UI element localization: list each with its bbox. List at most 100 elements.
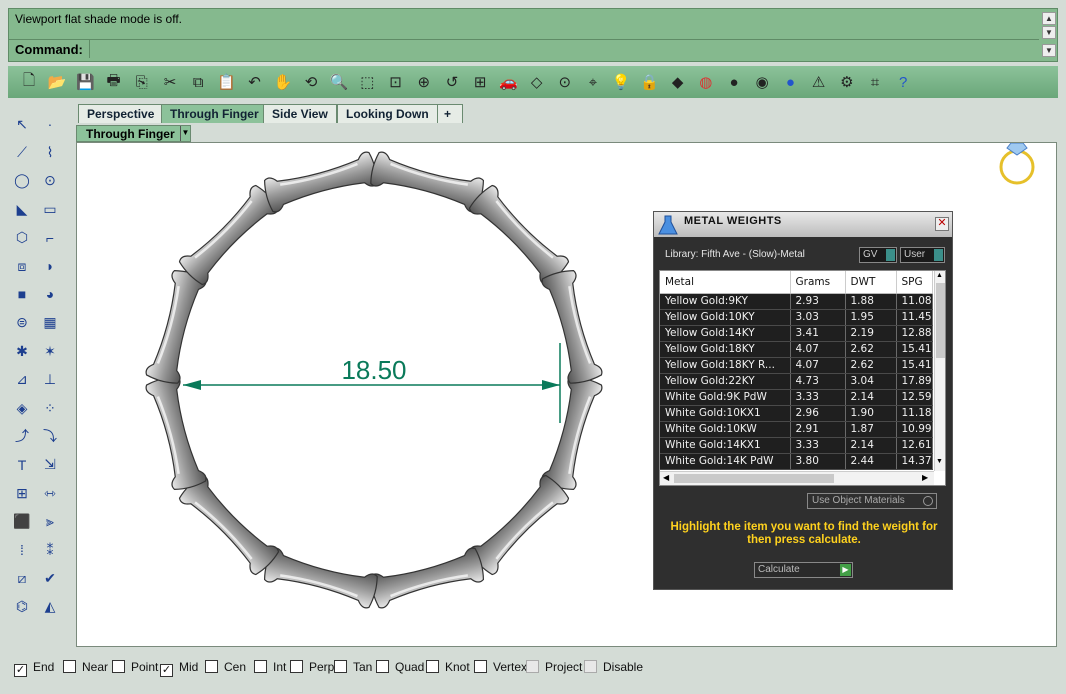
checkbox-icon[interactable] [584,660,597,673]
material-sphere-icon[interactable]: ◉ [749,69,775,95]
calculate-button[interactable]: Calculate ▶ [754,562,853,578]
osnap-mid[interactable]: ✓ Mid [160,660,198,677]
control-curve-icon[interactable]: ⌇ [38,140,62,164]
checkbox-icon[interactable] [112,660,125,673]
zoom-extents-icon[interactable]: ⊡ [383,69,409,95]
copy-icon[interactable]: ⧉ [185,69,211,95]
osnap-end[interactable]: ✓ End [14,660,54,677]
curve-from-surface-icon[interactable]: ⤴ [10,424,34,448]
user-select[interactable]: User [900,247,945,263]
close-icon[interactable]: ✕ [935,217,949,231]
tab-perspective[interactable]: Perspective [78,104,164,123]
rotate-view-icon[interactable]: ⟲ [298,69,324,95]
dimension-icon[interactable]: ⫸ [38,510,62,534]
gear-component-icon[interactable]: ✱ [10,339,34,363]
lamp-icon[interactable]: ⁑ [38,538,62,562]
flow-along-icon[interactable]: ⧄ [10,566,34,590]
undo-view-icon[interactable]: ↺ [439,69,465,95]
point-icon[interactable]: · [38,112,62,136]
light-bulb-icon[interactable]: 💡 [608,69,634,95]
solid-edit-icon[interactable]: ⬛ [10,510,34,534]
ring-widget-icon[interactable] [999,142,1035,185]
new-file-icon[interactable]: 🗋 [16,69,42,95]
osnap-knot[interactable]: Knot [426,660,470,674]
checkbox-icon[interactable] [63,660,76,673]
explode-icon[interactable]: ✶ [38,339,62,363]
scale-icon[interactable]: ⇲ [38,453,62,477]
table-row[interactable]: White Gold:14K PdW 3.80 2.44 14.37 [660,453,933,470]
table-row[interactable]: White Gold:10KX1 2.96 1.90 11.18 [660,405,933,422]
horizontal-scroll-thumb[interactable] [674,474,834,483]
checkbox-icon[interactable] [334,660,347,673]
paint-bucket-icon[interactable]: ◭ [38,595,62,619]
car-icon[interactable]: 🚗 [495,69,521,95]
table-row[interactable]: Yellow Gold:10KY 3.03 1.95 11.45 [660,309,933,326]
polygon-icon[interactable]: ⬡ [10,226,34,250]
polyline-icon[interactable]: ⟋ [10,140,34,164]
add-tab-icon[interactable]: + [437,104,463,123]
scroll-right-icon[interactable]: ▶ [922,473,928,482]
table-row[interactable]: Yellow Gold:18KY 4.07 2.62 15.41 [660,341,933,358]
history-scroll-down-icon[interactable]: ▼ [1042,26,1056,39]
table-row[interactable]: Yellow Gold:14KY 3.41 2.19 12.88 [660,325,933,342]
osnap-point[interactable]: Point [112,660,158,674]
arc-icon[interactable]: ◣ [10,197,34,221]
color-wheel-icon[interactable]: ◍ [693,69,719,95]
undo-icon[interactable]: ↶ [242,69,268,95]
grid-array-icon[interactable]: ⁞ [10,538,34,562]
scroll-up-icon[interactable]: ▲ [936,272,943,279]
tab-through-finger[interactable]: Through Finger [161,104,268,123]
scroll-left-icon[interactable]: ◀ [663,473,669,482]
display-mode-icon[interactable]: ◇ [524,69,550,95]
table-vertical-scrollbar[interactable]: ▲ ▼ [934,271,945,471]
box-solid-icon[interactable]: ■ [10,282,34,306]
boolean-icon[interactable]: ◈ [10,396,34,420]
open-folder-icon[interactable]: 📂 [44,69,70,95]
layers-icon[interactable]: ◆ [665,69,691,95]
viewport-title[interactable]: Through Finger [76,125,191,142]
play-icon[interactable]: ▶ [840,564,851,576]
rectangle-icon[interactable]: ▭ [38,197,62,221]
render-icon[interactable]: ⚠ [806,69,832,95]
checkbox-icon[interactable] [290,660,303,673]
checkbox-icon[interactable] [205,660,218,673]
render-sphere-icon[interactable]: ● [721,69,747,95]
group-icon[interactable]: ⁘ [38,396,62,420]
cut-icon[interactable]: ✂ [157,69,183,95]
surface-icon[interactable]: ⧈ [10,254,34,278]
pan-hand-icon[interactable]: ✋ [270,69,296,95]
split-icon[interactable]: ⊥ [38,368,62,392]
zoom-selected-icon[interactable]: ⊕ [411,69,437,95]
osnap-vertex[interactable]: Vertex [474,660,527,674]
osnap-perp[interactable]: Perp [290,660,334,674]
use-object-materials-option[interactable]: Use Object Materials [807,493,937,509]
four-viewports-icon[interactable]: ⊞ [467,69,493,95]
osnap-cen[interactable]: Cen [205,660,246,674]
ellipse-icon[interactable]: ⊙ [38,169,62,193]
table-row[interactable]: White Gold:10KW 2.91 1.87 10.99 [660,421,933,438]
column-header[interactable]: DWT [845,271,897,294]
command-scroll-icon[interactable]: ▼ [1042,44,1056,57]
fillet-curve-icon[interactable]: ⌐ [38,226,62,250]
scroll-down-icon[interactable]: ▼ [936,458,943,465]
lock-icon[interactable]: 🔒 [636,69,662,95]
text-icon[interactable]: T [10,453,34,477]
radio-icon[interactable] [923,496,933,506]
zoom-window-icon[interactable]: ⬚ [354,69,380,95]
viewport-menu-arrow-icon[interactable]: ▼ [180,126,190,141]
help-icon[interactable]: ? [890,69,916,95]
checkbox-icon[interactable] [426,660,439,673]
show-icon[interactable]: ⌖ [580,69,606,95]
paste-icon[interactable]: 📋 [213,69,239,95]
snap-icon[interactable]: ⌗ [862,69,888,95]
analyze-icon[interactable]: ⌬ [10,595,34,619]
osnap-quad[interactable]: Quad [376,660,424,674]
table-row[interactable]: Yellow Gold:9KY 2.93 1.88 11.08 [660,293,933,310]
osnap-project[interactable]: Project [526,660,582,674]
unit-select[interactable]: GV [859,247,897,263]
column-header[interactable]: Grams [790,271,846,294]
array-icon[interactable]: ⊞ [10,481,34,505]
hide-icon[interactable]: ⊙ [552,69,578,95]
check-icon[interactable]: ✔ [38,566,62,590]
history-scroll-up-icon[interactable]: ▲ [1042,12,1056,25]
